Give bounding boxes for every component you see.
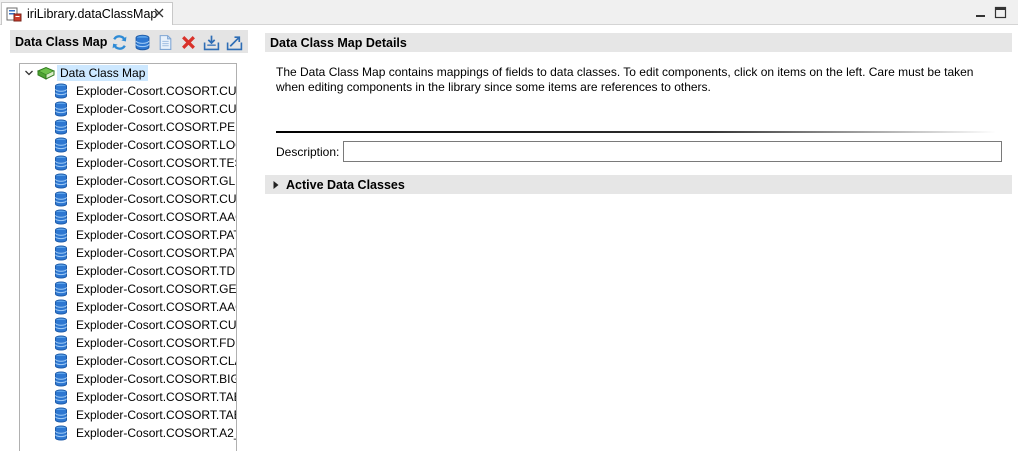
maximize-icon[interactable] bbox=[994, 6, 1007, 19]
tree-item-label: Exploder-Cosort.COSORT.TABL bbox=[76, 390, 237, 404]
editor-tab-dataclassmap[interactable]: iriLibrary.dataClassMap bbox=[1, 2, 173, 25]
tree-item-label: Exploder-Cosort.COSORT.TDM bbox=[76, 264, 237, 278]
tree-item[interactable]: Exploder-Cosort.COSORT.LOCA bbox=[54, 136, 237, 154]
database-icon bbox=[55, 191, 67, 207]
database-icon bbox=[55, 299, 67, 315]
details-title: Data Class Map Details bbox=[270, 35, 407, 50]
tree-root-label[interactable]: Data Class Map bbox=[57, 65, 149, 81]
tree-item-label: Exploder-Cosort.COSORT.LOCA bbox=[76, 138, 237, 152]
book-icon bbox=[37, 66, 55, 80]
database-icon bbox=[55, 371, 67, 387]
tree-item[interactable]: Exploder-Cosort.COSORT.GLFC bbox=[54, 172, 237, 190]
document-icon bbox=[159, 34, 171, 50]
tree-item[interactable]: Exploder-Cosort.COSORT.TEST bbox=[54, 154, 237, 172]
add-data-class-button[interactable] bbox=[133, 33, 151, 51]
delete-icon bbox=[181, 35, 195, 49]
tree-item-label: Exploder-Cosort.COSORT.TABL bbox=[76, 408, 237, 422]
tree-item-label: Exploder-Cosort.COSORT.AAC bbox=[76, 300, 237, 314]
tree-item[interactable]: Exploder-Cosort.COSORT.GE_P bbox=[54, 280, 237, 298]
tree-item[interactable]: Exploder-Cosort.COSORT.AAC bbox=[54, 208, 237, 226]
tree-item[interactable]: Exploder-Cosort.COSORT.CUST bbox=[54, 82, 237, 100]
tree-item-label: Exploder-Cosort.COSORT.FDIC bbox=[76, 336, 237, 350]
database-icon bbox=[135, 34, 149, 50]
database-icon bbox=[55, 425, 67, 441]
panel-toolbar bbox=[110, 32, 248, 52]
tree-item-label: Exploder-Cosort.COSORT.GE_P bbox=[76, 282, 237, 296]
tree-item[interactable]: Exploder-Cosort.COSORT.CUST bbox=[54, 190, 237, 208]
refresh-button[interactable] bbox=[110, 33, 128, 51]
tree-item-label: Exploder-Cosort.COSORT.CUST bbox=[76, 102, 237, 116]
tree-item-label: Exploder-Cosort.COSORT.CUST bbox=[76, 84, 237, 98]
minimize-icon[interactable] bbox=[974, 6, 987, 19]
editor-tab-label: iriLibrary.dataClassMap bbox=[27, 7, 158, 21]
description-input[interactable] bbox=[343, 141, 1002, 162]
database-icon bbox=[55, 353, 67, 369]
tree-item[interactable]: Exploder-Cosort.COSORT.CLAI bbox=[54, 352, 237, 370]
data-class-map-panel-header: Data Class Map bbox=[10, 30, 248, 53]
chevron-right-icon[interactable] bbox=[272, 180, 280, 190]
new-document-button[interactable] bbox=[156, 33, 174, 51]
tree-item[interactable]: Exploder-Cosort.COSORT.TABL bbox=[54, 388, 237, 406]
tree-item[interactable]: Exploder-Cosort.COSORT.BIGD bbox=[54, 370, 237, 388]
tree-item-label: Exploder-Cosort.COSORT.PATT bbox=[76, 246, 237, 260]
active-data-classes-header[interactable]: Active Data Classes bbox=[265, 175, 1012, 194]
database-icon bbox=[55, 173, 67, 189]
tree-item-label: Exploder-Cosort.COSORT.CUST bbox=[76, 192, 237, 206]
panel-title: Data Class Map bbox=[15, 34, 108, 49]
import-button[interactable] bbox=[202, 33, 220, 51]
database-icon bbox=[55, 389, 67, 405]
database-icon bbox=[55, 209, 67, 225]
database-icon bbox=[55, 101, 67, 117]
data-class-map-tree[interactable]: Data Class Map Exploder-Cosort.COSORT.CU… bbox=[19, 63, 237, 451]
database-icon bbox=[55, 119, 67, 135]
tree-item-label: Exploder-Cosort.COSORT.CUST bbox=[76, 318, 237, 332]
tree-item[interactable]: Exploder-Cosort.COSORT.CUST bbox=[54, 100, 237, 118]
tree-root-data-class-map[interactable]: Data Class Map bbox=[20, 64, 149, 82]
active-data-classes-title: Active Data Classes bbox=[286, 177, 405, 192]
export-icon bbox=[226, 35, 242, 50]
library-file-icon bbox=[6, 7, 22, 22]
tree-item[interactable]: Exploder-Cosort.COSORT.CUST bbox=[54, 316, 237, 334]
database-icon bbox=[55, 83, 67, 99]
tree-item-list: Exploder-Cosort.COSORT.CUST Exploder-Coso… bbox=[54, 82, 237, 442]
tree-item-label: Exploder-Cosort.COSORT.GLFC bbox=[76, 174, 237, 188]
details-section-header: Data Class Map Details bbox=[265, 33, 1012, 52]
database-icon bbox=[55, 263, 67, 279]
tree-item-label: Exploder-Cosort.COSORT.PERS bbox=[76, 120, 237, 134]
tree-item-label: Exploder-Cosort.COSORT.PATT bbox=[76, 228, 237, 242]
chevron-down-icon[interactable] bbox=[23, 67, 35, 79]
tree-item[interactable]: Exploder-Cosort.COSORT.PATT bbox=[54, 244, 237, 262]
tree-item[interactable]: Exploder-Cosort.COSORT.FDIC bbox=[54, 334, 237, 352]
database-icon bbox=[55, 317, 67, 333]
database-icon bbox=[55, 245, 67, 261]
tree-item-label: Exploder-Cosort.COSORT.A2_T bbox=[76, 426, 237, 440]
tree-item[interactable]: Exploder-Cosort.COSORT.A2_T bbox=[54, 424, 237, 442]
database-icon bbox=[55, 407, 67, 423]
tree-item[interactable]: Exploder-Cosort.COSORT.PATT bbox=[54, 226, 237, 244]
tree-item[interactable]: Exploder-Cosort.COSORT.TDM bbox=[54, 262, 237, 280]
tree-item-label: Exploder-Cosort.COSORT.CLAI bbox=[76, 354, 237, 368]
tree-item[interactable]: Exploder-Cosort.COSORT.TABL bbox=[54, 406, 237, 424]
close-icon[interactable] bbox=[152, 6, 166, 20]
tree-item-label: Exploder-Cosort.COSORT.BIGD bbox=[76, 372, 237, 386]
database-icon bbox=[55, 281, 67, 297]
description-label: Description: bbox=[276, 145, 340, 159]
tree-item[interactable]: Exploder-Cosort.COSORT.AAC bbox=[54, 298, 237, 316]
export-button[interactable] bbox=[225, 33, 243, 51]
database-icon bbox=[55, 335, 67, 351]
database-icon bbox=[55, 155, 67, 171]
delete-button[interactable] bbox=[179, 33, 197, 51]
database-icon bbox=[55, 227, 67, 243]
section-divider bbox=[276, 131, 996, 133]
database-icon bbox=[55, 137, 67, 153]
tree-item-label: Exploder-Cosort.COSORT.AAC bbox=[76, 210, 237, 224]
tree-item-label: Exploder-Cosort.COSORT.TEST bbox=[76, 156, 237, 170]
editor-tab-bar: iriLibrary.dataClassMap bbox=[0, 0, 1018, 25]
tree-item[interactable]: Exploder-Cosort.COSORT.PERS bbox=[54, 118, 237, 136]
import-icon bbox=[203, 35, 219, 50]
details-description-text: The Data Class Map contains mappings of … bbox=[276, 65, 974, 94]
refresh-icon bbox=[112, 34, 126, 50]
